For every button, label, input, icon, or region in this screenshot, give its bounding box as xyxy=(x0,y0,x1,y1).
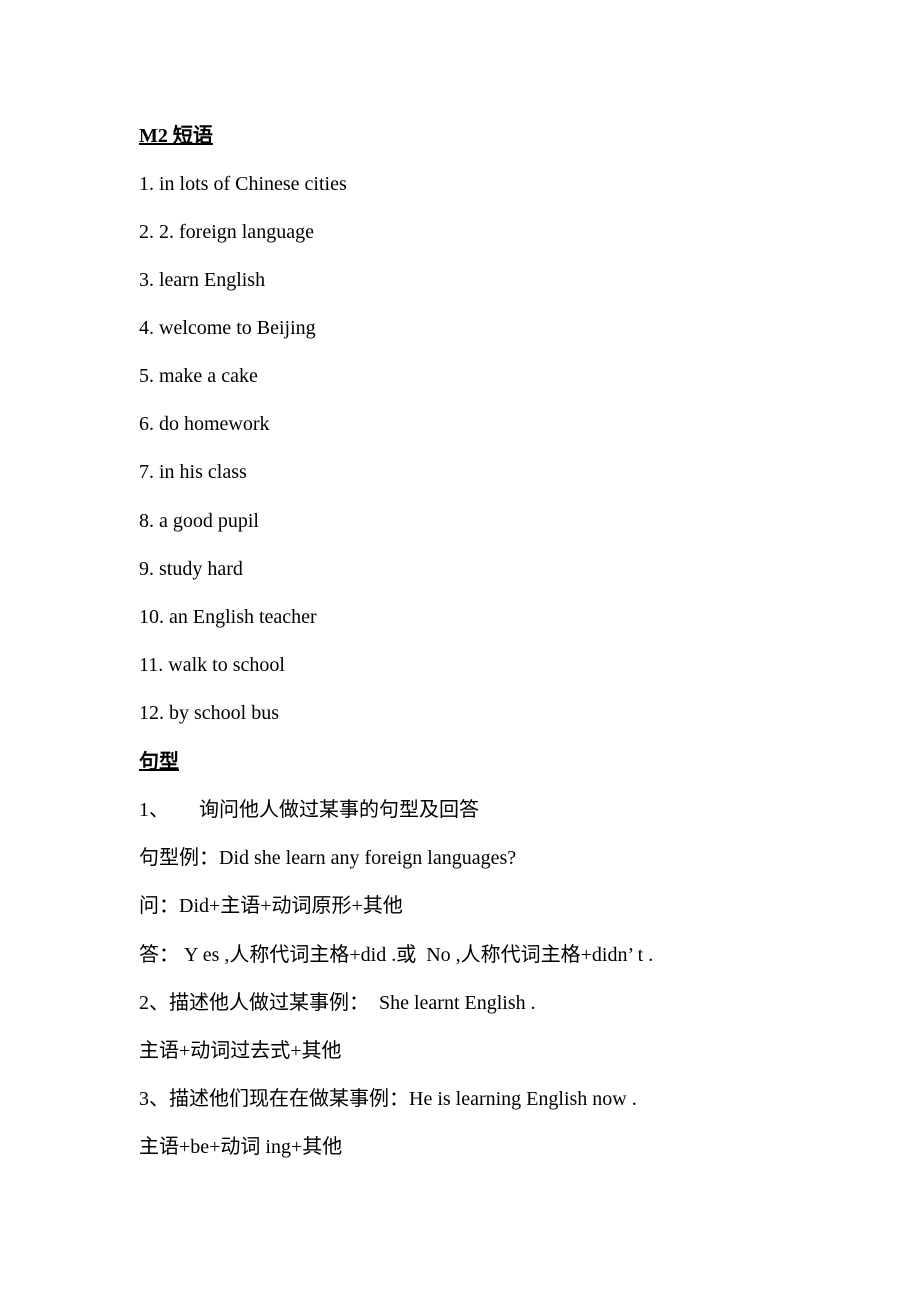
phrase-item: 6. do homework xyxy=(139,413,270,435)
phrase-item: 1. in lots of Chinese cities xyxy=(139,173,347,195)
phrase-item: 11. walk to school xyxy=(139,654,285,676)
phrase-item: 4. welcome to Beijing xyxy=(139,317,316,339)
phrase-item: 7. in his class xyxy=(139,461,247,483)
phrase-item: 8. a good pupil xyxy=(139,510,259,532)
phrase-item: 3. learn English xyxy=(139,269,266,291)
sentence-item: 2、描述他人做过某事例： She learnt English . xyxy=(139,992,536,1014)
section-heading-sentences: 句型 xyxy=(139,751,179,773)
sentence-item: 主语+be+动词 ing+其他 xyxy=(139,1136,343,1158)
phrase-item: 5. make a cake xyxy=(139,365,258,387)
sentence-item: 答： Y es ,人称代词主格+did .或 No ,人称代词主格+didn’ … xyxy=(139,944,654,966)
sentence-item: 问：Did+主语+动词原形+其他 xyxy=(139,895,403,917)
sentence-item: 主语+动词过去式+其他 xyxy=(139,1040,342,1062)
sentence-item: 3、描述他们现在在做某事例：He is learning English now… xyxy=(139,1088,637,1110)
phrase-item: 9. study hard xyxy=(139,558,243,580)
phrase-item: 2. 2. foreign language xyxy=(139,221,314,243)
phrase-item: 10. an English teacher xyxy=(139,606,317,628)
phrase-item: 12. by school bus xyxy=(139,702,279,724)
sentence-item: 句型例：Did she learn any foreign languages? xyxy=(139,847,517,869)
section-heading-phrases: M2 短语 xyxy=(139,125,213,147)
sentence-item: 1、 询问他人做过某事的句型及回答 xyxy=(139,799,479,821)
